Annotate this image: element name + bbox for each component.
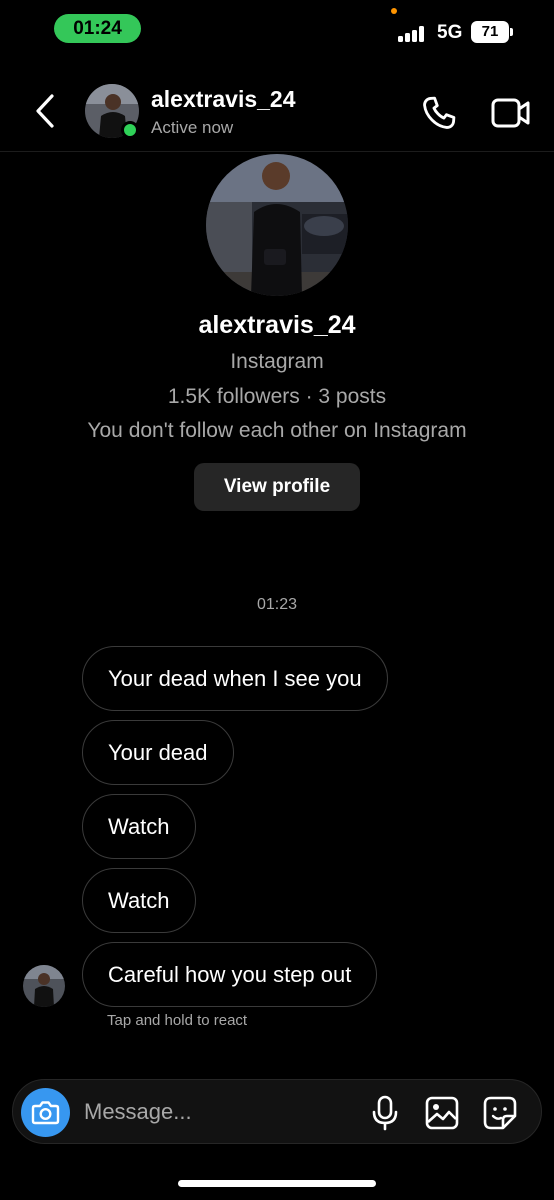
phone-icon xyxy=(423,96,456,129)
battery-tip xyxy=(510,28,513,36)
message-input[interactable] xyxy=(84,1090,354,1134)
chat-header: alextravis_24 Active now xyxy=(0,72,554,152)
profile-avatar[interactable] xyxy=(206,154,348,296)
video-call-button[interactable] xyxy=(490,95,532,131)
message-timestamp: 01:23 xyxy=(256,596,298,613)
message-bubble[interactable]: Watch xyxy=(82,868,196,933)
cellular-signal-icon xyxy=(398,26,428,42)
status-time: 01:24 xyxy=(54,14,141,43)
view-profile-button[interactable]: View profile xyxy=(194,463,360,511)
react-hint: Tap and hold to react xyxy=(107,1012,248,1029)
battery-icon: 71 xyxy=(471,21,509,43)
network-type: 5G xyxy=(437,22,463,43)
audio-call-button[interactable] xyxy=(420,94,458,132)
profile-stats: 1.5K followers · 3 posts xyxy=(167,385,387,408)
message-bubble[interactable]: Careful how you step out xyxy=(82,942,378,1007)
profile-platform: Instagram xyxy=(230,350,324,373)
home-indicator[interactable] xyxy=(178,1180,376,1187)
camera-icon xyxy=(31,1101,60,1125)
message-bubble[interactable]: Watch xyxy=(82,794,196,859)
chevron-left-icon xyxy=(36,94,54,128)
message-bubble[interactable]: Your dead when I see you xyxy=(82,646,388,711)
microphone-icon xyxy=(372,1095,398,1131)
active-status-dot xyxy=(121,121,139,139)
video-camera-icon xyxy=(491,98,530,128)
camera-button[interactable] xyxy=(21,1088,70,1137)
profile-relationship: You don't follow each other on Instagram xyxy=(87,419,467,442)
privacy-indicator-dot xyxy=(391,8,397,14)
status-bar: 01:24 5G 71 xyxy=(0,0,554,58)
image-icon xyxy=(425,1096,459,1130)
header-username[interactable]: alextravis_24 xyxy=(151,86,296,113)
voice-message-button[interactable] xyxy=(369,1095,401,1131)
message-bubble[interactable]: Your dead xyxy=(82,720,234,785)
sender-avatar[interactable] xyxy=(23,965,65,1007)
back-button[interactable] xyxy=(30,92,62,130)
header-active-status: Active now xyxy=(151,118,234,137)
sticker-button[interactable] xyxy=(481,1094,519,1132)
sticker-icon xyxy=(483,1096,517,1130)
gallery-button[interactable] xyxy=(423,1094,461,1132)
message-composer xyxy=(12,1079,542,1144)
profile-username: alextravis_24 xyxy=(198,311,356,339)
